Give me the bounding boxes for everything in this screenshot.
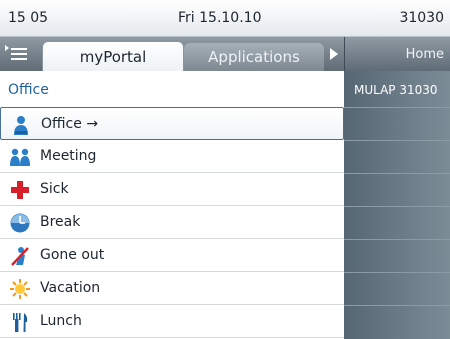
divider xyxy=(344,206,450,207)
tab-scroll-right-icon[interactable] xyxy=(330,48,338,60)
status-extension: 31030 xyxy=(399,10,444,26)
list-item-meeting[interactable]: Meeting xyxy=(0,140,344,173)
divider xyxy=(344,107,450,108)
panel-title: Office xyxy=(8,82,49,98)
gone-out-icon xyxy=(11,247,29,266)
home-panel[interactable]: Home MULAP 31030 xyxy=(344,37,450,339)
divider xyxy=(344,305,450,306)
status-list: Office → Meeting Sick Break Gone out Vac… xyxy=(0,107,344,338)
list-item-sick[interactable]: Sick xyxy=(0,173,344,206)
cutlery-icon xyxy=(13,313,28,332)
person-icon xyxy=(14,116,28,135)
list-item-label: Office → xyxy=(41,116,99,132)
home-panel-title: Home xyxy=(405,47,444,62)
status-bar: 15 05 Fri 15.10.10 31030 xyxy=(0,0,450,37)
home-panel-header: Home xyxy=(344,37,450,71)
menu-icon[interactable] xyxy=(4,43,30,65)
list-item-lunch[interactable]: Lunch xyxy=(0,305,344,338)
list-item-label: Gone out xyxy=(40,247,105,263)
list-item-label: Sick xyxy=(40,181,69,197)
list-item-break[interactable]: Break xyxy=(0,206,344,239)
list-item-label: Meeting xyxy=(40,148,97,164)
list-item-label: Vacation xyxy=(40,280,101,296)
red-cross-icon xyxy=(11,181,29,199)
list-item-office[interactable]: Office → xyxy=(0,107,344,140)
tab-applications[interactable]: Applications xyxy=(184,43,324,71)
list-item-gone-out[interactable]: Gone out xyxy=(0,239,344,272)
list-item-vacation[interactable]: Vacation xyxy=(0,272,344,305)
divider xyxy=(344,173,450,174)
status-date: Fri 15.10.10 xyxy=(178,10,262,26)
status-time: 15 05 xyxy=(8,10,49,26)
home-panel-line: MULAP 31030 xyxy=(354,83,438,97)
divider xyxy=(344,272,450,273)
list-item-label: Lunch xyxy=(40,313,82,329)
clock-icon xyxy=(10,213,30,233)
divider xyxy=(344,239,450,240)
divider xyxy=(344,140,450,141)
tab-myportal[interactable]: myPortal xyxy=(42,41,184,71)
sun-icon xyxy=(10,279,30,299)
status-panel: Office Office → Meeting Sick Break Gone … xyxy=(0,71,344,339)
meeting-icon xyxy=(10,148,30,166)
list-item-label: Break xyxy=(40,214,81,230)
